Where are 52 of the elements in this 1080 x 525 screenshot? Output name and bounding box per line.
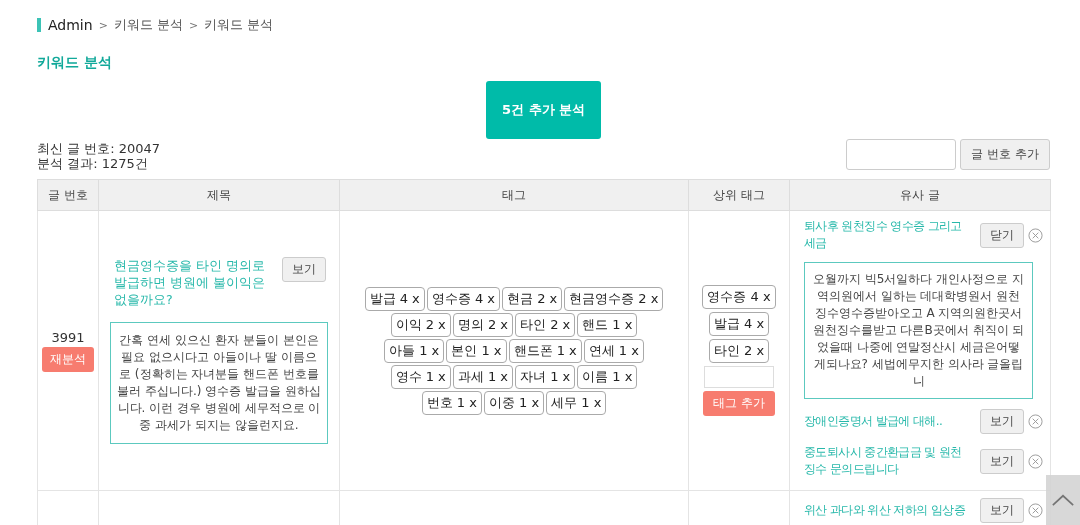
- breadcrumb-item[interactable]: 키워드 분석: [113, 16, 183, 34]
- tag-chip[interactable]: 자녀 1 x: [515, 364, 576, 389]
- breadcrumb-item[interactable]: Admin: [48, 17, 93, 33]
- post-content: 간혹 연세 있으신 환자 분들이 본인은 필요 없으시다고 아들이나 딸 이름으로 (정확히는 자녀분들 핸드폰 번호를 불러 주십니다.) 영수증 발급을 원하십니다. 이런 경우 병원에 세무적으로 이중 과세가 되지는 않을런지요.: [110, 322, 328, 444]
- tag-chip[interactable]: 핸드폰 1 x: [508, 338, 582, 363]
- tag-chip[interactable]: 영수증 4 x: [702, 285, 776, 309]
- add-post-button[interactable]: 글 번호 추가: [960, 139, 1050, 170]
- scroll-top-button[interactable]: [1046, 475, 1080, 525]
- tag-chip[interactable]: 현금 2 x: [502, 286, 563, 311]
- tag-chip[interactable]: 핸드 1 x: [577, 312, 638, 337]
- stat-text: 최신 글 번호: 20047: [37, 141, 161, 156]
- post-number-input[interactable]: [846, 139, 957, 170]
- tag-chip[interactable]: 연세 1 x: [583, 338, 644, 363]
- close-icon[interactable]: [1028, 453, 1043, 469]
- tag-chip[interactable]: 이름 1 x: [577, 364, 638, 389]
- page-title: 키워드 분석: [37, 54, 113, 72]
- tag-chip[interactable]: 번호 1 x: [421, 390, 482, 415]
- breadcrumb-item: 키워드 분석: [204, 16, 274, 34]
- view-button[interactable]: 보기: [980, 498, 1024, 523]
- close-icon[interactable]: [1028, 227, 1043, 243]
- tag-chip[interactable]: 타인 2 x: [708, 339, 770, 363]
- view-button[interactable]: 보기: [980, 409, 1024, 434]
- tag-chip[interactable]: 영수증 4 x: [426, 286, 500, 311]
- close-icon[interactable]: [1028, 503, 1043, 518]
- tag-chip[interactable]: 아들 1 x: [384, 338, 445, 363]
- breadcrumb-separator: >: [98, 18, 108, 32]
- tag-chip[interactable]: 명의 2 x: [452, 312, 513, 337]
- tag-chip[interactable]: 현금영수증 2 x: [564, 286, 664, 311]
- chevron-up-icon: [1052, 494, 1074, 506]
- stat-text: 분석 결과: 1275건: [37, 156, 149, 171]
- breadcrumb-separator: >: [189, 18, 199, 32]
- tag-chip[interactable]: 세무 1 x: [546, 390, 607, 415]
- tag-chip[interactable]: 발급 4 x: [364, 286, 425, 311]
- tag-input[interactable]: [704, 366, 774, 388]
- tag-chip[interactable]: 본인 1 x: [446, 338, 507, 363]
- close-icon[interactable]: [1028, 414, 1043, 429]
- column-header: 상위 태그: [688, 179, 790, 211]
- tag-chip[interactable]: 이익 2 x: [390, 312, 451, 337]
- tag-chip[interactable]: 타인 2 x: [515, 312, 576, 337]
- tag-chip[interactable]: 영수 1 x: [390, 364, 451, 389]
- column-header: 태그: [339, 179, 689, 211]
- tag-chip[interactable]: 발급 4 x: [708, 312, 770, 336]
- column-header: 유사 글: [789, 179, 1051, 211]
- column-header: 글 번호: [37, 179, 99, 211]
- tag-chip[interactable]: 과세 1 x: [452, 364, 513, 389]
- view-button[interactable]: 보기: [282, 257, 326, 282]
- tag-chip[interactable]: 이중 1 x: [483, 390, 545, 415]
- post-number: 3991: [51, 329, 85, 345]
- post-content: 오월까지 빅5서일하다 개인사정으로 지역의원에서 일하는 데대학병원서 원천징수영수증받아오고 A 지역의원한곳서 원천징수를받고 다른B곳에서 취직이 되었을때 나중에 연말정산시 세금은어떻게되나요? 세법에무지한 의사라 글올립니: [804, 262, 1033, 399]
- view-button[interactable]: 보기: [980, 448, 1024, 474]
- column-header: 제목: [98, 179, 340, 211]
- close-button[interactable]: 닫기: [980, 222, 1024, 248]
